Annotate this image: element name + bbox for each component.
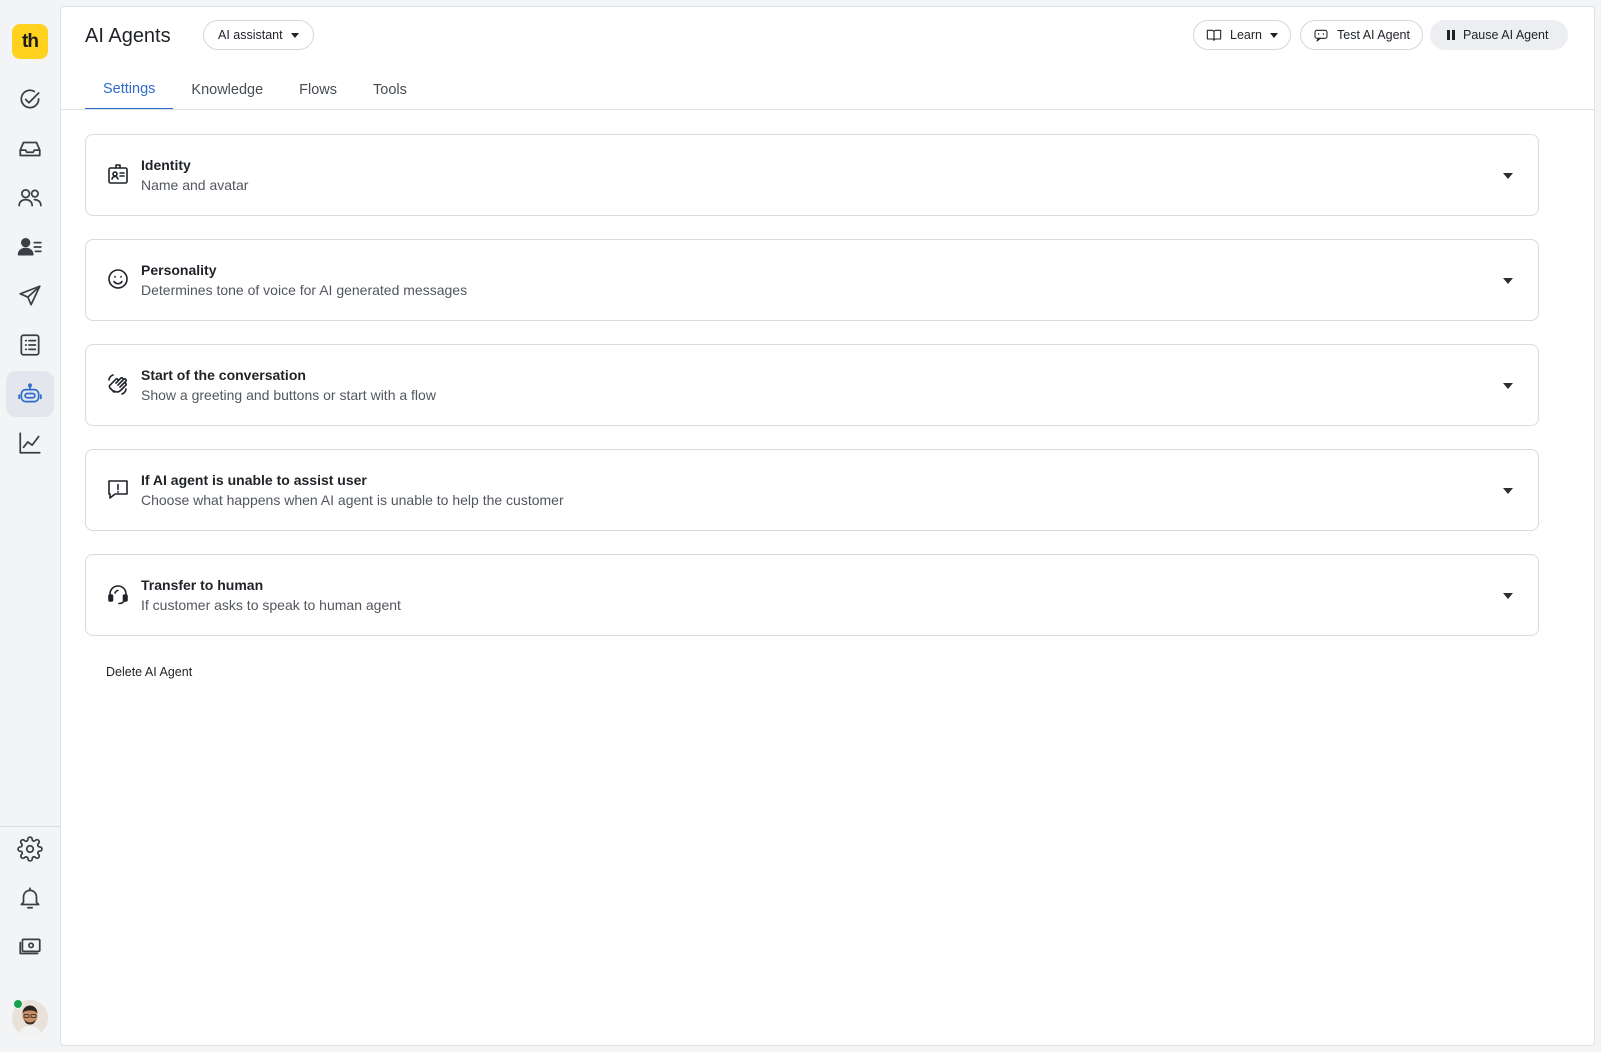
main-panel: AI Agents AI assistant Learn Test AI Age… [60,6,1595,1046]
contacts-icon [17,238,42,256]
agent-selector-label: AI assistant [218,28,283,42]
section-unable-to-assist[interactable]: If AI agent is unable to assist user Cho… [85,449,1539,531]
chevron-down-icon [1269,32,1278,38]
headset-icon [108,585,128,605]
billing-nav[interactable] [6,924,54,970]
pause-ai-agent-button[interactable]: Pause AI Agent [1430,20,1568,50]
ai-agents-nav[interactable] [6,371,54,417]
learn-label: Learn [1230,28,1262,42]
section-title: If AI agent is unable to assist user [141,472,367,488]
inbox-icon [19,141,41,157]
contacts-nav[interactable] [6,224,54,270]
delete-ai-agent-button[interactable]: Delete AI Agent [106,665,192,679]
waving-hands-icon [108,374,127,395]
pause-icon [1447,30,1455,40]
app-logo[interactable]: th [12,24,48,59]
analytics-nav[interactable] [6,420,54,466]
chevron-down-icon[interactable] [1503,488,1513,494]
test-ai-agent-button[interactable]: Test AI Agent [1300,20,1423,50]
tab-settings[interactable]: Settings [85,69,174,110]
chat-bot-icon [1314,29,1328,42]
chevron-down-icon[interactable] [1503,383,1513,389]
bell-icon [20,887,40,909]
chevron-down-icon[interactable] [1503,593,1513,599]
notifications-nav[interactable] [6,875,54,921]
section-subtitle: Name and avatar [141,177,249,193]
pause-ai-agent-label: Pause AI Agent [1463,28,1549,42]
section-identity[interactable]: Identity Name and avatar [85,134,1539,216]
section-title: Start of the conversation [141,367,306,383]
chart-icon [19,432,41,454]
section-subtitle: Choose what happens when AI agent is una… [141,492,564,508]
settings-nav[interactable] [6,826,54,872]
users-icon [18,189,42,207]
section-subtitle: If customer asks to speak to human agent [141,597,401,613]
section-title: Identity [141,157,191,173]
id-badge-icon [108,164,128,184]
section-title: Transfer to human [141,577,264,593]
campaigns-nav[interactable] [6,273,54,319]
section-personality[interactable]: Personality Determines tone of voice for… [85,239,1539,321]
robot-icon [18,383,42,403]
learn-button[interactable]: Learn [1193,20,1291,50]
section-transfer-to-human[interactable]: Transfer to human If customer asks to sp… [85,554,1539,636]
book-icon [1206,29,1222,41]
check-circle-icon [20,89,40,109]
tab-knowledge[interactable]: Knowledge [173,69,281,110]
team-nav[interactable] [6,175,54,221]
chevron-down-icon[interactable] [1503,278,1513,284]
test-ai-agent-label: Test AI Agent [1337,28,1410,42]
list-icon [20,334,40,356]
section-title: Personality [141,262,217,278]
billing-icon [19,938,41,955]
smiley-icon [108,269,128,289]
reports-list-nav[interactable] [6,322,54,368]
send-icon [19,285,41,306]
chevron-down-icon [290,32,299,38]
sidebar: th [0,0,60,1052]
section-start-of-conversation[interactable]: Start of the conversation Show a greetin… [85,344,1539,426]
agent-selector-dropdown[interactable]: AI assistant [203,20,314,50]
gear-icon [17,836,43,862]
section-subtitle: Show a greeting and buttons or start wit… [141,387,436,403]
page-title: AI Agents [85,25,171,47]
chevron-down-icon[interactable] [1503,173,1513,179]
online-status-dot [13,999,23,1009]
section-subtitle: Determines tone of voice for AI generate… [141,282,468,298]
alert-message-icon [108,480,128,499]
tabs-divider [61,109,1594,110]
tab-flows[interactable]: Flows [281,69,355,110]
tab-tools[interactable]: Tools [355,69,425,110]
tasks-nav[interactable] [6,77,54,123]
inbox-nav[interactable] [6,126,54,172]
